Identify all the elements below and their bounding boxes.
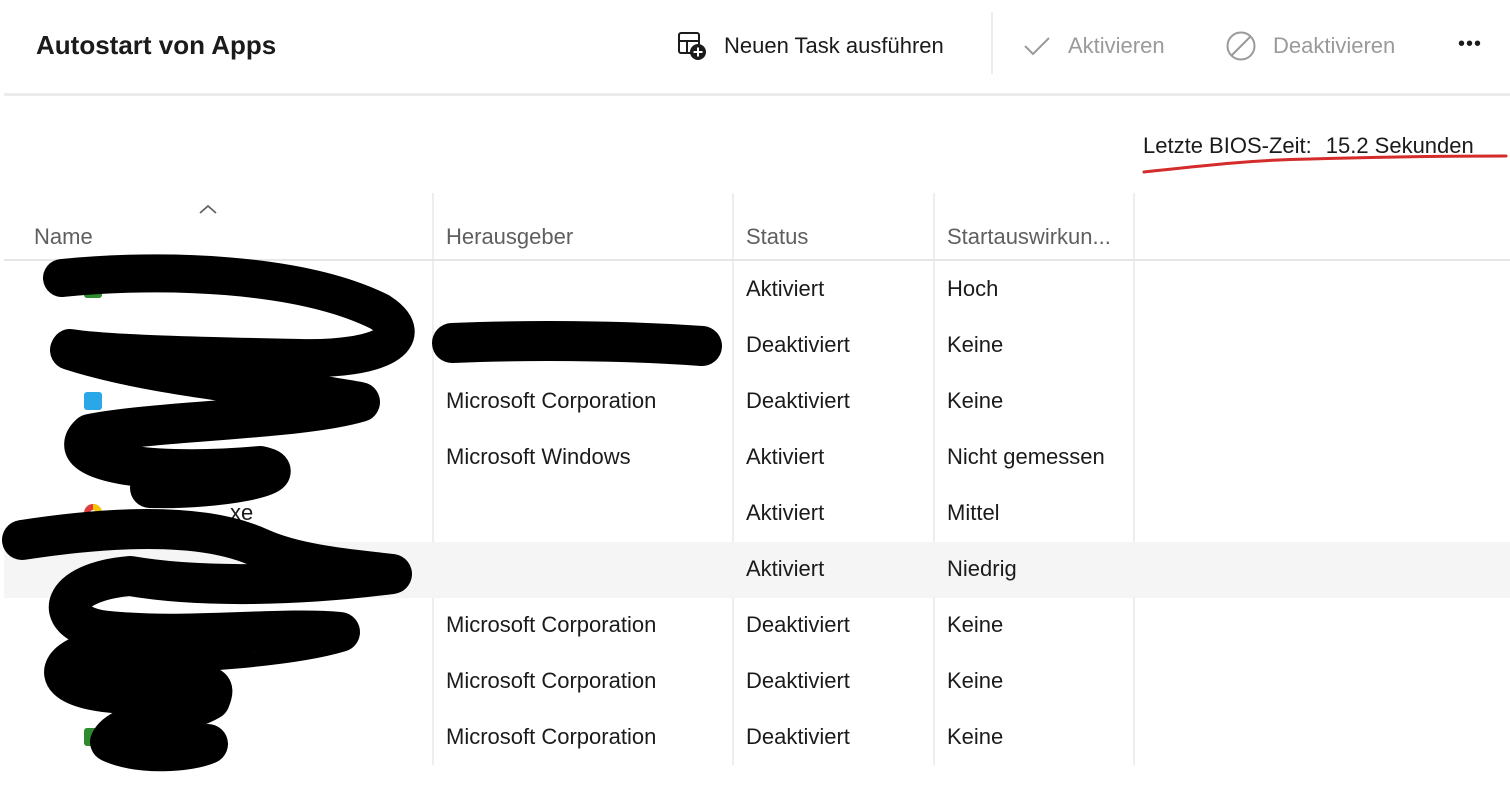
publisher-cell: Microsoft Corporation — [446, 612, 657, 637]
column-header-publisher[interactable]: Herausgeber — [446, 224, 573, 250]
startup-impact-cell: Mittel — [947, 500, 1000, 525]
command-separator — [991, 12, 993, 74]
table-row[interactable]: Microsoft Corporation Deaktiviert Keine — [4, 598, 1510, 654]
disabled-circle-icon — [1226, 31, 1256, 61]
status-cell: Aktiviert — [746, 500, 825, 525]
sort-ascending-icon[interactable] — [198, 202, 218, 216]
table-row[interactable]: Aktiviert Hoch — [4, 262, 1510, 318]
blue-app-icon — [84, 392, 102, 410]
status-cell: Deaktiviert — [746, 388, 850, 413]
command-bar: Autostart von Apps Neuen Task ausführen … — [0, 0, 1510, 96]
startup-impact-cell: Keine — [947, 332, 1004, 357]
table-row[interactable]: Microsoft Corporation Deaktiviert Keine — [4, 654, 1510, 710]
startup-impact-cell: Hoch — [947, 276, 999, 301]
publisher-cell: Microsoft Corporation — [446, 668, 657, 693]
table-row[interactable]: xe Aktiviert Mittel — [4, 486, 1510, 542]
startup-impact-cell: Keine — [947, 724, 1004, 749]
status-cell: Deaktiviert — [746, 332, 850, 357]
startup-impact-cell: Nicht gemessen — [947, 444, 1105, 469]
page-title: Autostart von Apps — [36, 30, 277, 60]
startup-impact-cell: Keine — [947, 612, 1004, 637]
publisher-cell: Microsoft Windows — [446, 444, 631, 469]
table-row[interactable]: Microsoft Windows Aktiviert Nicht gemessen — [4, 430, 1510, 486]
publisher-cell: Microsoft Corporation — [446, 724, 657, 749]
column-header-startup-impact[interactable]: Startauswirkun... — [947, 224, 1111, 250]
activate-button[interactable]: Aktivieren — [1022, 28, 1165, 64]
red-underline-annotation — [1142, 154, 1508, 174]
green-app-icon — [84, 728, 102, 746]
color-wheel-icon — [84, 504, 102, 522]
table-row[interactable]: Microsoft Corporation Deaktiviert Keine — [4, 374, 1510, 430]
app-name-cell: xe — [230, 500, 254, 525]
deactivate-label: Deaktivieren — [1273, 33, 1396, 58]
status-cell: Deaktiviert — [746, 612, 850, 637]
column-header-name[interactable]: Name — [34, 224, 93, 250]
new-task-icon — [678, 32, 706, 60]
green-app-icon — [84, 280, 102, 298]
status-cell: Deaktiviert — [746, 668, 850, 693]
activate-label: Aktivieren — [1068, 33, 1165, 58]
checkmark-icon — [1024, 37, 1050, 56]
status-cell: Aktiviert — [746, 556, 825, 581]
run-new-task-button[interactable]: Neuen Task ausführen — [676, 28, 944, 64]
publisher-cell: Microsoft Corporation — [446, 388, 657, 413]
startup-impact-cell: Niedrig — [947, 556, 1017, 581]
startup-impact-cell: Keine — [947, 668, 1004, 693]
table-header-divider — [4, 259, 1510, 261]
status-cell: Aktiviert — [746, 444, 825, 469]
startup-impact-cell: Keine — [947, 388, 1004, 413]
status-cell: Deaktiviert — [746, 724, 850, 749]
more-options-button[interactable]: ••• — [1458, 26, 1482, 62]
header-divider — [4, 93, 1510, 96]
table-row[interactable]: Microsoft Corporation Deaktiviert Keine — [4, 710, 1510, 766]
status-cell: Aktiviert — [746, 276, 825, 301]
run-new-task-label: Neuen Task ausführen — [724, 33, 944, 58]
more-options-icon: ••• — [1458, 32, 1483, 55]
table-row[interactable]: Aktiviert Niedrig — [4, 542, 1510, 598]
table-row[interactable]: Deaktiviert Keine — [4, 318, 1510, 374]
column-header-status[interactable]: Status — [746, 224, 808, 250]
deactivate-button[interactable]: Deaktivieren — [1225, 28, 1395, 64]
